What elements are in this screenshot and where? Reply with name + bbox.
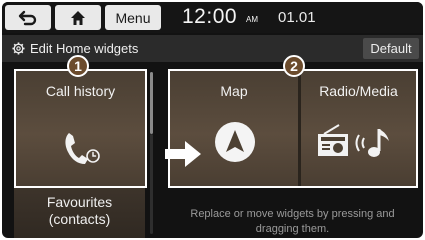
navigation-arrow-icon [214,121,256,163]
call-history-label: Call history [45,83,116,99]
home-button[interactable] [55,5,101,30]
callout-badge-1: 1 [67,55,89,77]
menu-button[interactable]: Menu [105,5,161,30]
menu-button-label: Menu [115,9,151,26]
scrollbar-thumb[interactable] [150,72,153,134]
clock-time: 12:00 [182,5,238,28]
default-button-label: Default [370,41,412,56]
scrollbar-track[interactable] [150,134,153,234]
back-button[interactable] [5,5,51,30]
favourites-widget[interactable]: Favourites (contacts) [14,188,145,238]
back-arrow-icon [18,10,38,26]
phone-history-icon [62,128,104,168]
move-arrow-icon [165,139,205,169]
call-history-widget[interactable]: Call history [14,69,147,188]
map-label: Map [220,83,248,99]
radio-media-label: Radio/Media [319,83,398,99]
date-display: 01.01 [278,9,316,26]
default-button[interactable]: Default [363,38,419,59]
favourites-sublabel: (contacts) [48,211,111,227]
edit-home-widgets-label: Edit Home widgets [30,41,139,56]
radio-music-icon [317,123,403,161]
clock-ampm: AM [246,15,258,24]
radio-media-widget[interactable]: Radio/Media [301,71,416,186]
favourites-label: Favourites [46,194,113,210]
top-status-bar: Menu 12:00 AM 01.01 [2,2,423,33]
map-radio-widget-group[interactable]: Map Radio/Media [168,69,418,188]
widget-edit-header: Edit Home widgets Default [2,35,423,62]
gear-icon [12,42,25,55]
home-icon [70,10,86,26]
hint-text: Replace or move widgets by pressing and … [190,208,395,235]
callout-badge-2: 2 [283,55,305,77]
screen-frame: Menu 12:00 AM 01.01 Edit Home widgets De… [2,2,423,238]
